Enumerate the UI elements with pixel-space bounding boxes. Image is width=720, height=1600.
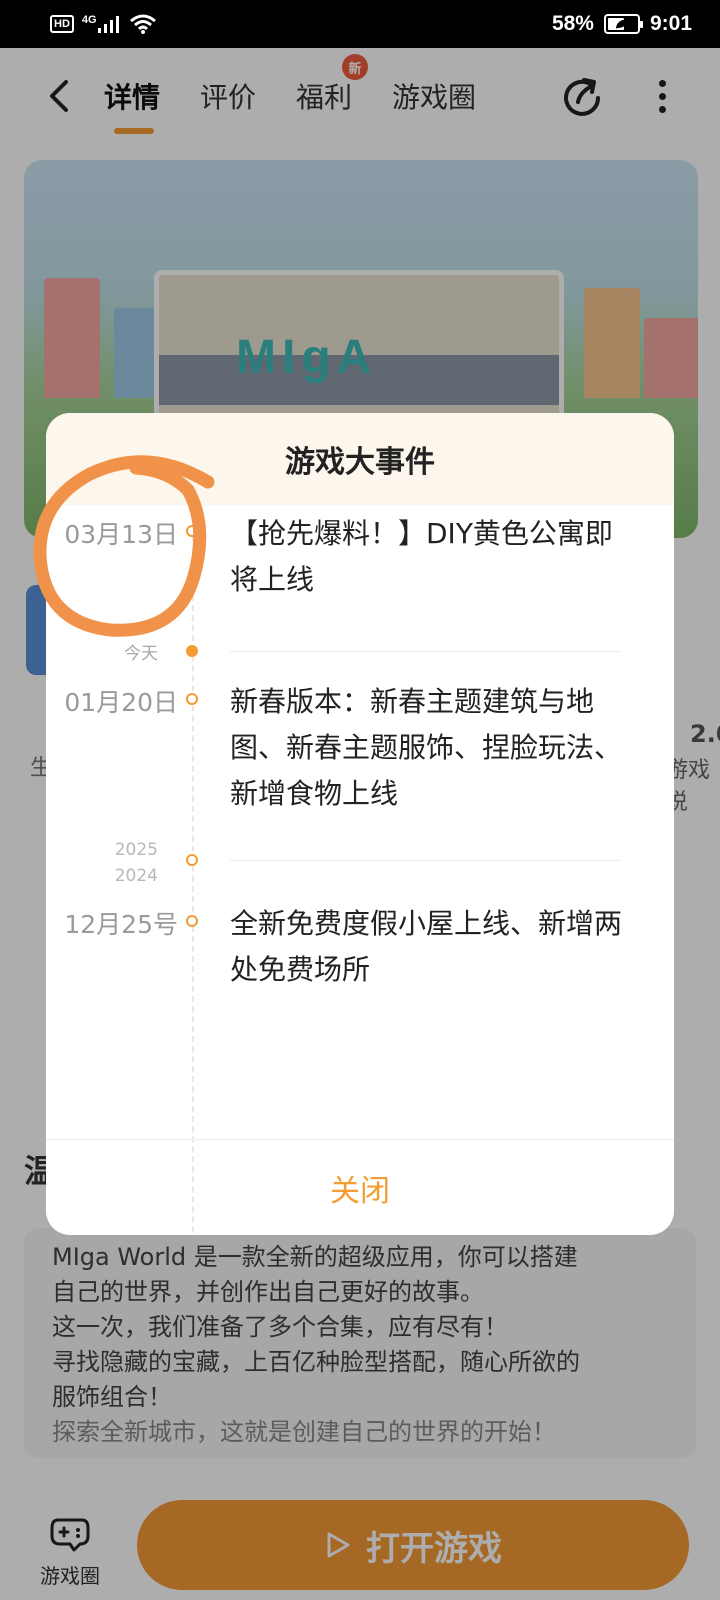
leaf-icon [615,19,628,29]
hd-badge: HD [50,15,74,33]
divider [230,651,620,652]
event-text: 新春版本：新春主题建筑与地图、新春主题服饰、捏脸玩法、新增食物上线 [230,685,623,810]
battery-icon [603,14,643,34]
status-left: HD 4G [50,13,157,35]
close-button[interactable]: 关闭 [330,1166,390,1210]
dialog-title: 游戏大事件 [285,445,435,480]
signal-icon [97,16,119,33]
wifi-icon [129,14,156,34]
event-date: 01月20日 [64,688,178,717]
timeline-dot [186,693,198,705]
year-previous: 2024 [114,866,158,886]
year-current: 2025 [114,840,158,860]
dialog-footer: 关闭 [46,1139,674,1235]
battery-percent: 58% [551,12,594,35]
status-bar: HD 4G 58% 9:01 [0,0,720,48]
status-right: 58% 9:01 [552,12,692,36]
divider [230,860,620,861]
event-text: 全新免费度假小屋上线、新增两处免费场所 [230,907,623,986]
today-dot [186,645,198,657]
event-text: 【抢先爆料！】DIY黄色公寓即将上线 [230,517,613,596]
year-dot [186,854,198,866]
timeline-dot [186,915,198,927]
network-type: 4G [81,14,97,26]
clock: 9:01 [649,12,692,35]
event-date: 12月25号 [64,910,178,939]
annotation-circle [33,455,215,637]
year-labels: 2025 2024 [115,837,158,889]
